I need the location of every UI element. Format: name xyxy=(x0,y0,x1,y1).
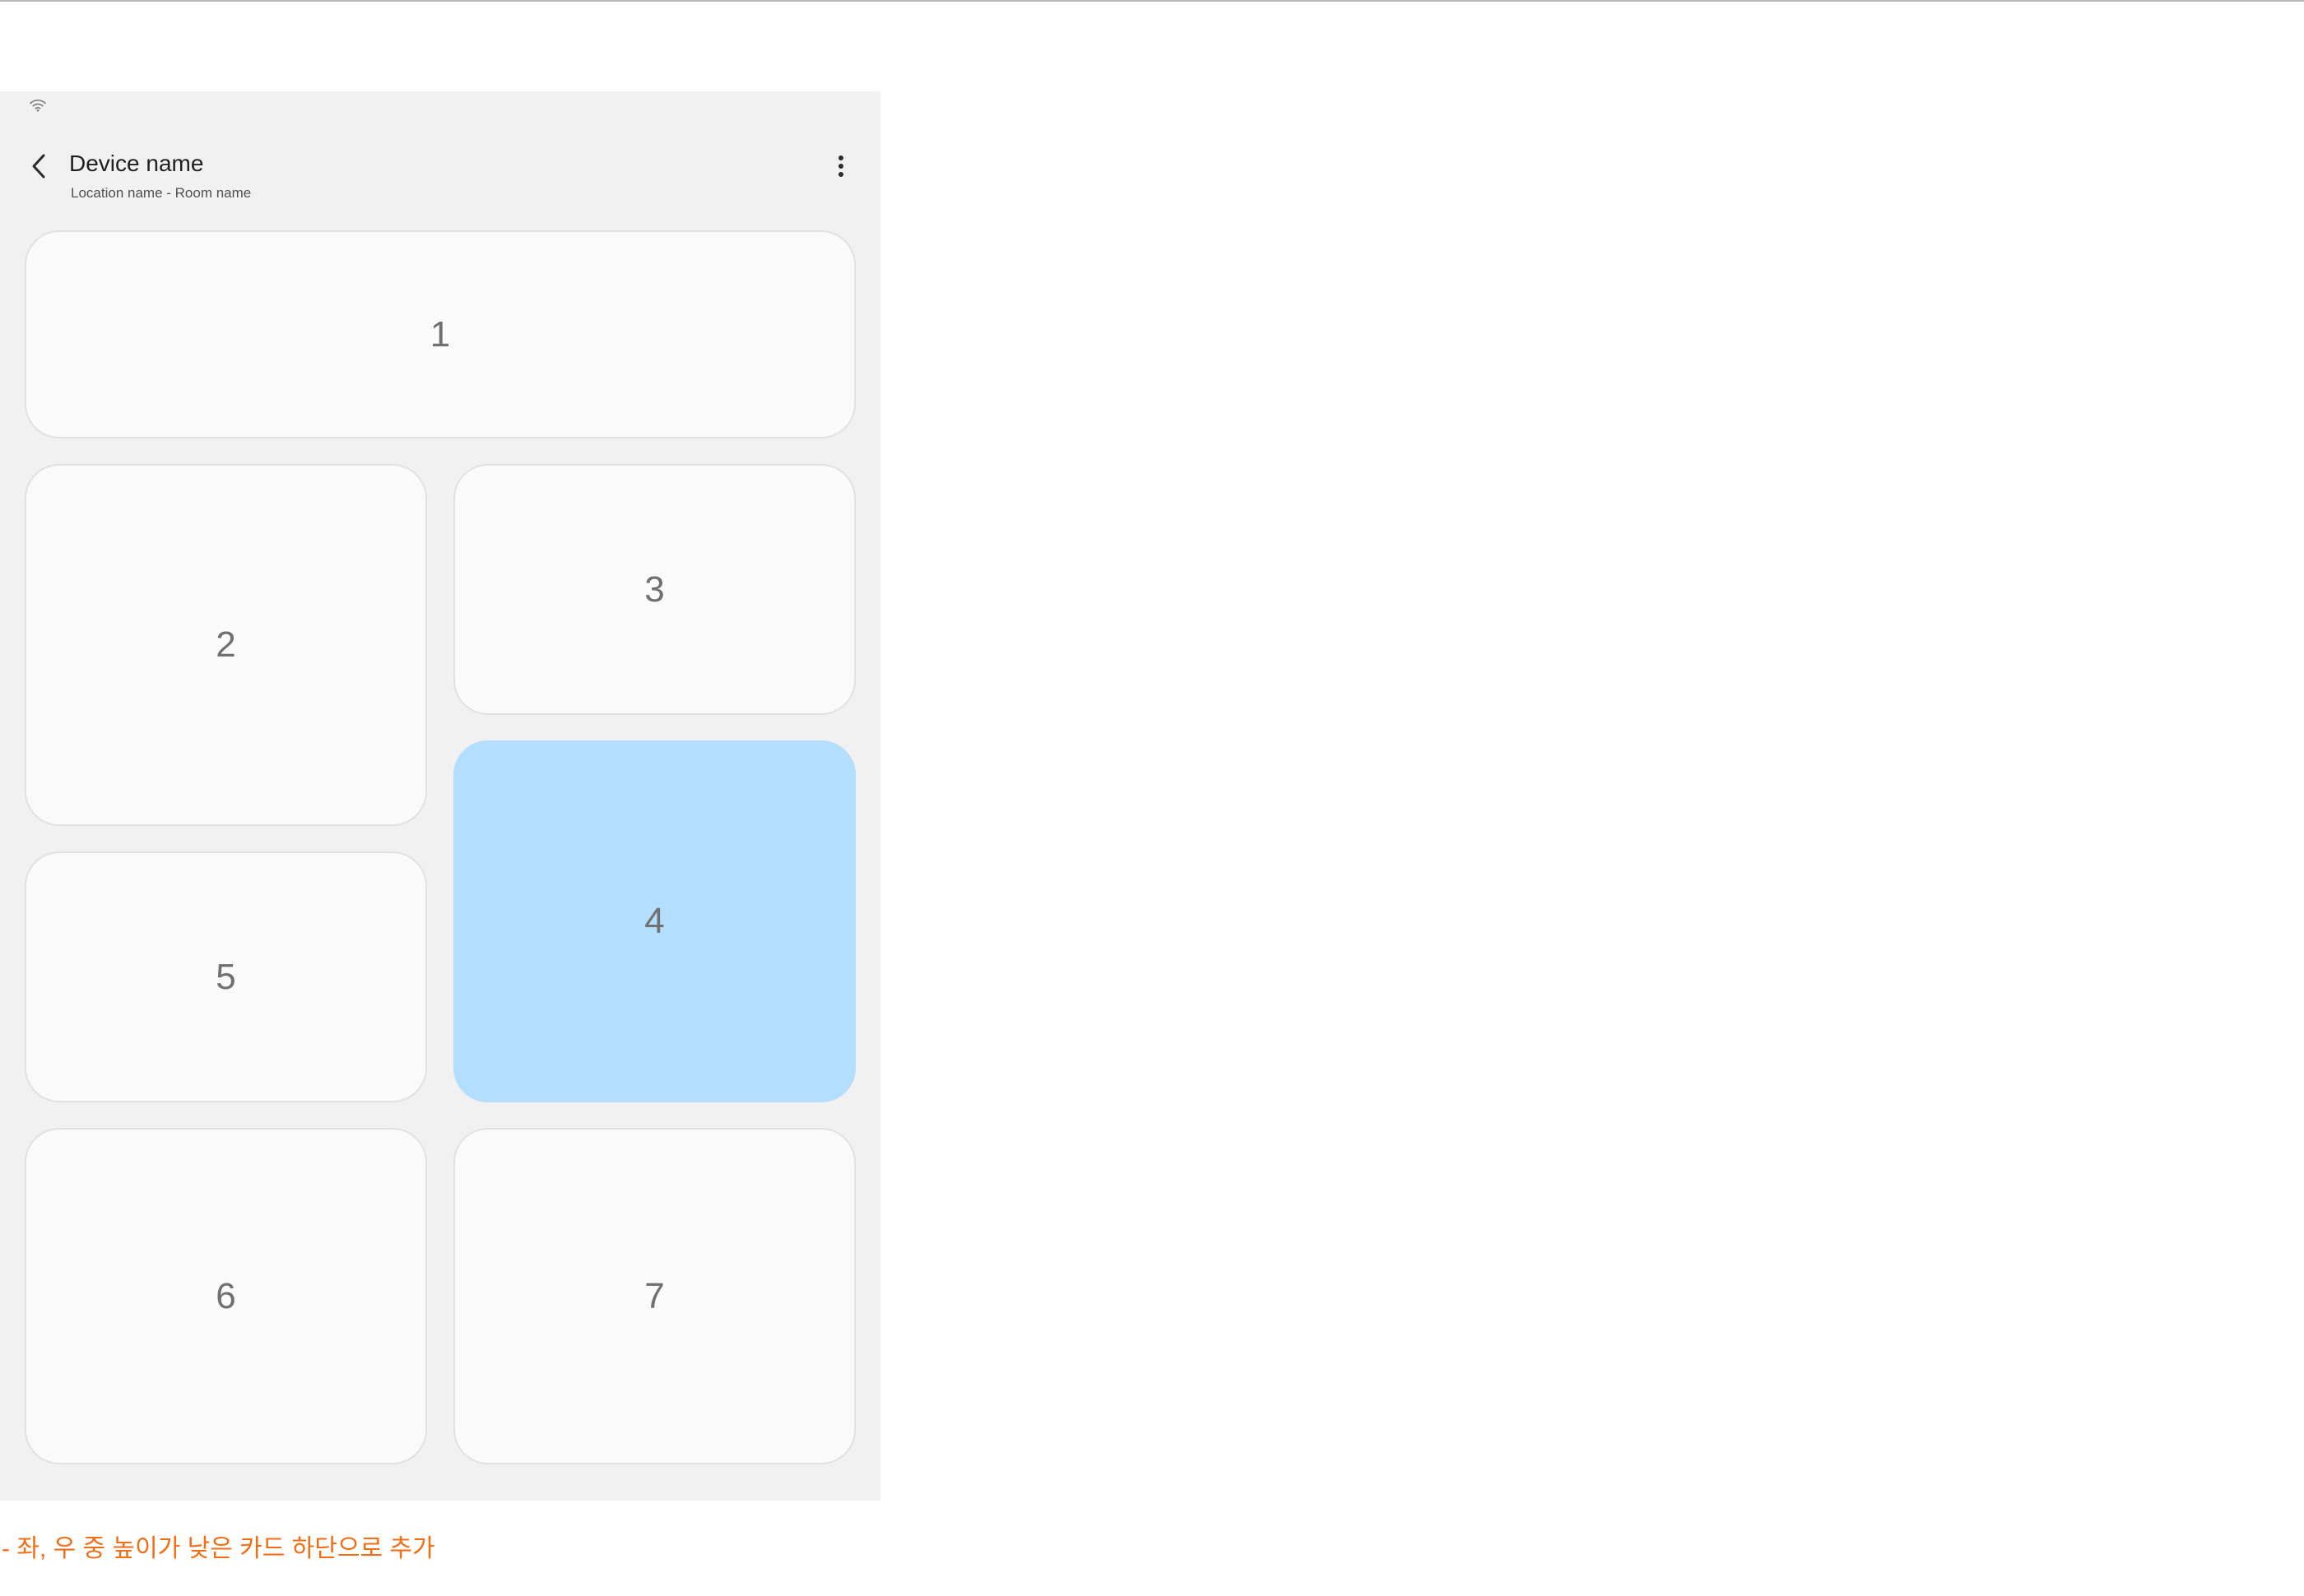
card-label: 2 xyxy=(216,624,236,665)
card-label: 1 xyxy=(430,313,451,355)
wifi-icon xyxy=(30,100,46,112)
status-bar xyxy=(0,91,880,124)
card-label: 7 xyxy=(644,1275,665,1316)
top-divider xyxy=(0,0,2304,2)
card-label: 3 xyxy=(644,568,665,610)
page-subtitle: Location name - Room name xyxy=(71,185,252,201)
more-vertical-icon xyxy=(838,155,843,177)
card-6[interactable]: 6 xyxy=(25,1128,427,1464)
card-3[interactable]: 3 xyxy=(453,464,856,715)
chevron-left-icon xyxy=(32,154,45,179)
card-7[interactable]: 7 xyxy=(453,1128,856,1464)
card-label: 6 xyxy=(216,1275,236,1316)
card-label: 4 xyxy=(644,901,665,941)
app-bar: Device name Location name - Room name xyxy=(0,132,880,223)
back-button[interactable] xyxy=(18,146,59,187)
annotation-note: - 좌, 우 중 높이가 낮은 카드 하단으로 추가 xyxy=(2,1535,435,1562)
card-5[interactable]: 5 xyxy=(25,851,427,1102)
device-screen: Device name Location name - Room name 1 … xyxy=(0,91,880,1501)
card-1[interactable]: 1 xyxy=(25,230,856,438)
page-title: Device name xyxy=(69,151,204,176)
card-label: 5 xyxy=(216,956,236,997)
card-2[interactable]: 2 xyxy=(25,464,427,826)
more-options-button[interactable] xyxy=(820,146,862,187)
card-4[interactable]: 4 xyxy=(453,740,856,1102)
